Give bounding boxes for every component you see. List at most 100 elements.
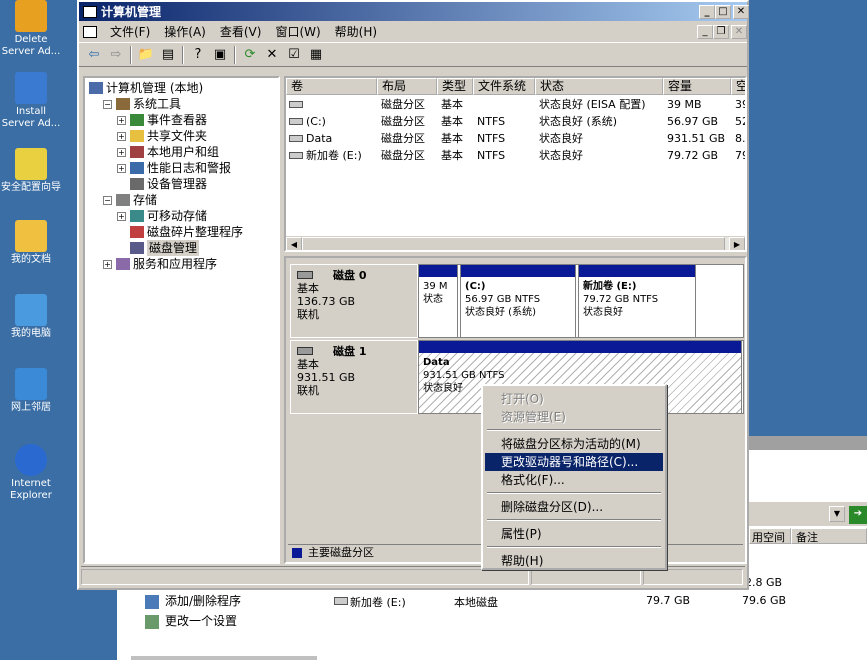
menu-action[interactable]: 操作(A) <box>157 21 213 42</box>
table-row[interactable]: (C:) 磁盘分区 基本 NTFS 状态良好 (系统) 56.97 GB 52 <box>286 113 745 130</box>
expand-icon[interactable]: + <box>103 259 112 269</box>
desktop-icon-6[interactable]: Internet Explorer <box>0 444 66 502</box>
table-row[interactable]: Data 磁盘分区 基本 NTFS 状态良好 931.51 GB 8. <box>286 130 745 147</box>
tree-item[interactable]: + 可移动存储 <box>117 208 207 224</box>
bg-prev-free: 2.8 GB <box>745 576 783 589</box>
address-dropdown[interactable]: ▼ <box>829 506 845 522</box>
collapse-icon[interactable]: − <box>103 99 112 109</box>
tree-item[interactable]: 设备管理器 <box>117 176 207 192</box>
up-folder-icon[interactable]: 📁 <box>135 45 157 65</box>
column-header[interactable]: 卷 <box>286 78 377 95</box>
desktop-icon-1[interactable]: Install Server Ad... <box>0 72 66 130</box>
disk-label[interactable]: 磁盘 0 基本 136.73 GB 联机 <box>290 264 418 338</box>
expand-icon[interactable]: + <box>117 147 126 157</box>
export-icon[interactable]: ▦ <box>305 45 327 65</box>
expand-icon[interactable]: + <box>117 163 126 173</box>
partition-bar <box>419 341 741 353</box>
context-menu-item: 资源管理(E) <box>501 410 566 424</box>
disk-type: 基本 <box>297 282 319 295</box>
partition-line2: 状态 <box>423 294 443 305</box>
menu-window[interactable]: 窗口(W) <box>268 21 327 42</box>
tree-item[interactable]: 计算机管理 (本地) <box>89 80 203 96</box>
tree-item[interactable]: 磁盘管理 <box>117 240 200 256</box>
maximize-button[interactable]: □ <box>715 5 731 19</box>
mdi-close-button[interactable]: ✕ <box>731 25 747 39</box>
desktop-icon-0[interactable]: Delete Server Ad... <box>0 0 66 58</box>
expand-icon[interactable]: + <box>117 115 126 125</box>
tree-item[interactable]: − 存储 <box>103 192 157 208</box>
context-menu-item[interactable]: 删除磁盘分区(D)... <box>485 498 663 516</box>
expand-icon[interactable]: + <box>117 211 126 221</box>
disk-name: 磁盘 0 <box>333 269 367 282</box>
back-arrow-icon[interactable]: ⇦ <box>83 45 105 65</box>
collapse-icon[interactable]: − <box>103 195 112 205</box>
table-cell: 79.72 GB <box>667 149 719 162</box>
column-header[interactable]: 文件系统 <box>473 78 535 95</box>
mdi-minimize-button[interactable]: _ <box>697 25 713 39</box>
close-button[interactable]: ✕ <box>733 5 749 19</box>
table-cell: 39 MB <box>667 98 702 111</box>
partition-block[interactable]: 39 M 状态 <box>418 264 458 338</box>
horizontal-scrollbar[interactable]: ◀ ▶ <box>286 236 745 250</box>
column-header[interactable]: 容量 <box>663 78 731 95</box>
tree-item[interactable]: + 性能日志和警报 <box>117 160 231 176</box>
scroll-right-button[interactable]: ▶ <box>729 237 745 250</box>
tree-item[interactable]: + 共享文件夹 <box>117 128 207 144</box>
column-header[interactable]: 空 <box>731 78 745 95</box>
context-menu-item[interactable]: 更改驱动器号和路径(C)... <box>485 453 663 471</box>
tree-item[interactable]: 磁盘碎片整理程序 <box>117 224 243 240</box>
col-free-space[interactable]: 用空间 <box>749 528 791 544</box>
forward-arrow-icon[interactable]: ⇨ <box>105 45 127 65</box>
table-cell: NTFS <box>477 149 506 162</box>
desktop-icon-3[interactable]: 我的文档 <box>0 220 66 266</box>
menu-view[interactable]: 查看(V) <box>213 21 269 42</box>
tree-item[interactable]: + 事件查看器 <box>117 112 207 128</box>
column-header[interactable]: 布局 <box>377 78 437 95</box>
console-icon[interactable]: ▣ <box>209 45 231 65</box>
tree-item-label: 服务和应用程序 <box>133 257 218 271</box>
help-icon[interactable]: ? <box>187 45 209 65</box>
column-header[interactable]: 状态 <box>535 78 663 95</box>
minimize-button[interactable]: _ <box>699 5 715 19</box>
desktop-icon-label: Install <box>15 106 47 117</box>
task-add-remove[interactable]: 添加/删除程序 <box>145 592 241 609</box>
properties-icon[interactable]: ☑ <box>283 45 305 65</box>
menu-separator <box>487 492 661 494</box>
mdi-restore-button[interactable]: ❐ <box>713 25 729 39</box>
partition-bar <box>419 265 457 277</box>
table-row[interactable]: 新加卷 (E:) 磁盘分区 基本 NTFS 状态良好 79.72 GB 79 <box>286 147 745 164</box>
bg-row-name[interactable]: 新加卷 (E:) <box>350 594 406 610</box>
desktop-icon-4[interactable]: 我的电脑 <box>0 294 66 340</box>
tree-item[interactable]: − 系统工具 <box>103 96 181 112</box>
desktop-icon-5[interactable]: 网上邻居 <box>0 368 66 414</box>
context-menu-item[interactable]: 帮助(H) <box>485 552 663 570</box>
show-tree-icon[interactable]: ▤ <box>157 45 179 65</box>
users-icon <box>130 146 144 158</box>
computer-mgmt-icon <box>89 82 103 94</box>
tree-item[interactable]: + 服务和应用程序 <box>103 256 217 272</box>
scroll-thumb[interactable] <box>302 237 725 250</box>
expand-icon[interactable]: + <box>117 131 126 141</box>
refresh-icon[interactable]: ⟳ <box>239 45 261 65</box>
col-note[interactable]: 备注 <box>791 528 867 544</box>
menu-file[interactable]: 文件(F) <box>103 21 157 42</box>
column-header[interactable]: 类型 <box>437 78 473 95</box>
scroll-left-button[interactable]: ◀ <box>286 237 302 250</box>
desktop-icon-2[interactable]: 安全配置向导 <box>0 148 66 194</box>
tree-item-label: 性能日志和警报 <box>147 161 232 175</box>
title-bar[interactable]: 计算机管理 _ □ ✕ <box>79 2 749 21</box>
menu-separator <box>487 546 661 548</box>
partition-block[interactable]: 新加卷 (E:) 79.72 GB NTFS 状态良好 <box>578 264 696 338</box>
go-button[interactable]: ➔ <box>849 506 867 524</box>
table-row[interactable]: 磁盘分区 基本 状态良好 (EISA 配置) 39 MB 39 <box>286 96 745 113</box>
delete-icon[interactable]: ✕ <box>261 45 283 65</box>
context-menu-item[interactable]: 属性(P) <box>485 525 663 543</box>
context-menu-item[interactable]: 格式化(F)... <box>485 471 663 489</box>
context-menu-item[interactable]: 将磁盘分区标为活动的(M) <box>485 435 663 453</box>
add-remove-icon <box>145 594 159 609</box>
partition-block[interactable]: (C:) 56.97 GB NTFS 状态良好 (系统) <box>460 264 576 338</box>
task-change-setting[interactable]: 更改一个设置 <box>145 612 237 629</box>
tree-item[interactable]: + 本地用户和组 <box>117 144 219 160</box>
menu-help[interactable]: 帮助(H) <box>328 21 384 42</box>
disk-label[interactable]: 磁盘 1 基本 931.51 GB 联机 <box>290 340 418 414</box>
